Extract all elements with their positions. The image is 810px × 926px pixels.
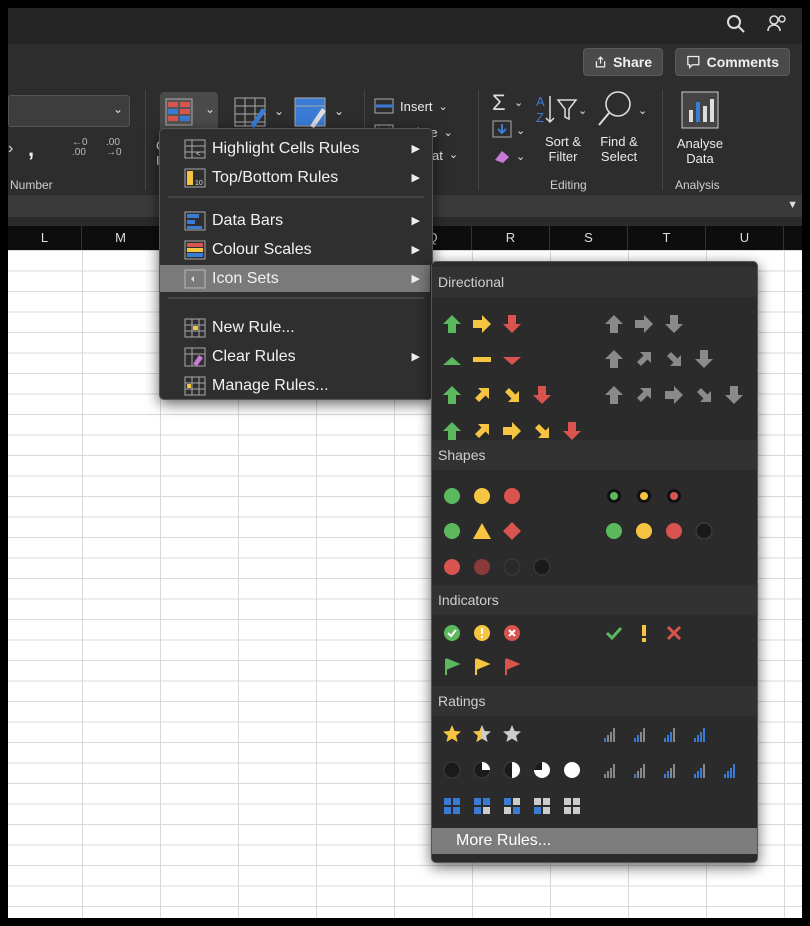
column-header[interactable]: R: [472, 226, 550, 250]
analysis-group-label: Analysis: [675, 178, 720, 192]
editing-group-label: Editing: [550, 178, 587, 192]
insert-cells-icon: [374, 98, 394, 114]
share-label: Share: [613, 54, 652, 70]
section-indicators: Indicators: [432, 585, 757, 615]
analyse-data-button[interactable]: Analyse Data: [674, 90, 734, 172]
column-header[interactable]: U: [706, 226, 784, 250]
chevron-down-icon: ⌄: [205, 102, 216, 116]
chevron-down-icon: ⌄: [112, 102, 123, 116]
icon-sets-icon: [184, 269, 206, 288]
sort-filter-icon: AZ: [536, 94, 578, 125]
svg-text:10: 10: [195, 180, 203, 187]
share-button[interactable]: Share: [583, 48, 663, 76]
fill-icon[interactable]: [492, 120, 512, 138]
svg-text:Z: Z: [536, 110, 544, 125]
more-rules-button[interactable]: More Rules...: [432, 828, 757, 854]
analyse-data-icon: [681, 91, 719, 129]
top-bottom-icon: 10: [184, 168, 206, 187]
share-people-icon[interactable]: [766, 13, 788, 35]
number-group-label: Number: [10, 178, 53, 192]
column-header[interactable]: L: [8, 226, 82, 250]
comments-button[interactable]: Comments: [675, 48, 790, 76]
shapes-icon-sets[interactable]: [432, 472, 757, 582]
conditional-formatting-menu: < Highlight Cells Rules ▶ 10 Top/Bottom R…: [159, 128, 433, 400]
submenu-arrow-icon: ▶: [411, 143, 420, 155]
cell-styles-icon: [294, 97, 326, 128]
find-select-button[interactable]: Find & Select: [596, 90, 652, 172]
section-directional: Directional: [432, 267, 757, 297]
column-header[interactable]: T: [628, 226, 706, 250]
manage-rules-icon: [184, 376, 206, 395]
data-bars-icon: [184, 211, 206, 230]
format-table-icon: [234, 97, 266, 128]
directional-icon-sets[interactable]: [432, 300, 757, 440]
submenu-arrow-icon: ▶: [411, 351, 420, 363]
section-ratings: Ratings: [432, 686, 757, 716]
expand-formula-icon[interactable]: ▼: [787, 199, 798, 211]
svg-text:A: A: [536, 94, 545, 109]
search-icon[interactable]: [726, 14, 746, 34]
submenu-arrow-icon: ▶: [411, 215, 420, 227]
submenu-arrow-icon: ▶: [411, 244, 420, 256]
submenu-arrow-icon: ▶: [411, 273, 420, 285]
ratings-icon-sets[interactable]: [432, 718, 757, 828]
new-rule-icon: [184, 318, 206, 337]
title-bar: [8, 8, 802, 44]
menu-item-colour-scales[interactable]: Colour Scales ▶: [160, 236, 430, 263]
clear-rules-icon: [184, 347, 206, 366]
colour-scales-icon: [184, 240, 206, 259]
column-header[interactable]: M: [82, 226, 160, 250]
format-as-table-button[interactable]: ⌄: [234, 96, 284, 132]
menu-item-clear-rules[interactable]: Clear Rules ▶: [160, 343, 430, 370]
autosum-icon[interactable]: Σ: [492, 90, 506, 116]
share-icon: [595, 56, 606, 68]
highlight-cells-icon: <: [184, 139, 206, 158]
insert-cells-button[interactable]: Insert ⌄: [374, 96, 464, 116]
comments-label: Comments: [706, 54, 779, 70]
format-cells-button[interactable]: at ⌄: [432, 148, 458, 163]
comment-icon: [687, 55, 700, 70]
increase-decimal-icon[interactable]: ←0.00: [72, 138, 88, 158]
magnifier-icon: [598, 91, 631, 126]
svg-text:<: <: [196, 151, 200, 158]
indicators-icon-sets[interactable]: [432, 617, 757, 687]
icon-sets-submenu: Directional Shapes Indicators Ratings Mo…: [431, 261, 758, 863]
menu-item-top-bottom-rules[interactable]: 10 Top/Bottom Rules ▶: [160, 164, 430, 191]
menu-item-highlight-cells-rules[interactable]: < Highlight Cells Rules ▶: [160, 135, 430, 162]
menu-item-data-bars[interactable]: Data Bars ▶: [160, 207, 430, 234]
menu-item-manage-rules[interactable]: Manage Rules...: [160, 372, 430, 399]
submenu-arrow-icon: ▶: [411, 172, 420, 184]
conditional-formatting-icon: [165, 98, 193, 126]
excel-window: Share Comments ⌄ › , ←0.00 .00 →0 Number …: [8, 8, 802, 918]
clear-icon[interactable]: [492, 148, 512, 164]
cell-styles-button[interactable]: ⌄: [294, 96, 344, 132]
decrease-decimal-icon[interactable]: .00 →0: [106, 138, 122, 158]
number-format-dropdown[interactable]: ⌄: [8, 95, 130, 127]
section-shapes: Shapes: [432, 440, 757, 470]
conditional-formatting-button[interactable]: ⌄: [160, 92, 218, 132]
menu-item-new-rule[interactable]: New Rule...: [160, 314, 430, 341]
comma-style-icon[interactable]: ,: [28, 136, 34, 162]
menu-item-icon-sets[interactable]: Icon Sets ▶: [160, 265, 430, 292]
decimal-fragment-icon[interactable]: ›: [8, 140, 13, 158]
column-header[interactable]: S: [550, 226, 628, 250]
